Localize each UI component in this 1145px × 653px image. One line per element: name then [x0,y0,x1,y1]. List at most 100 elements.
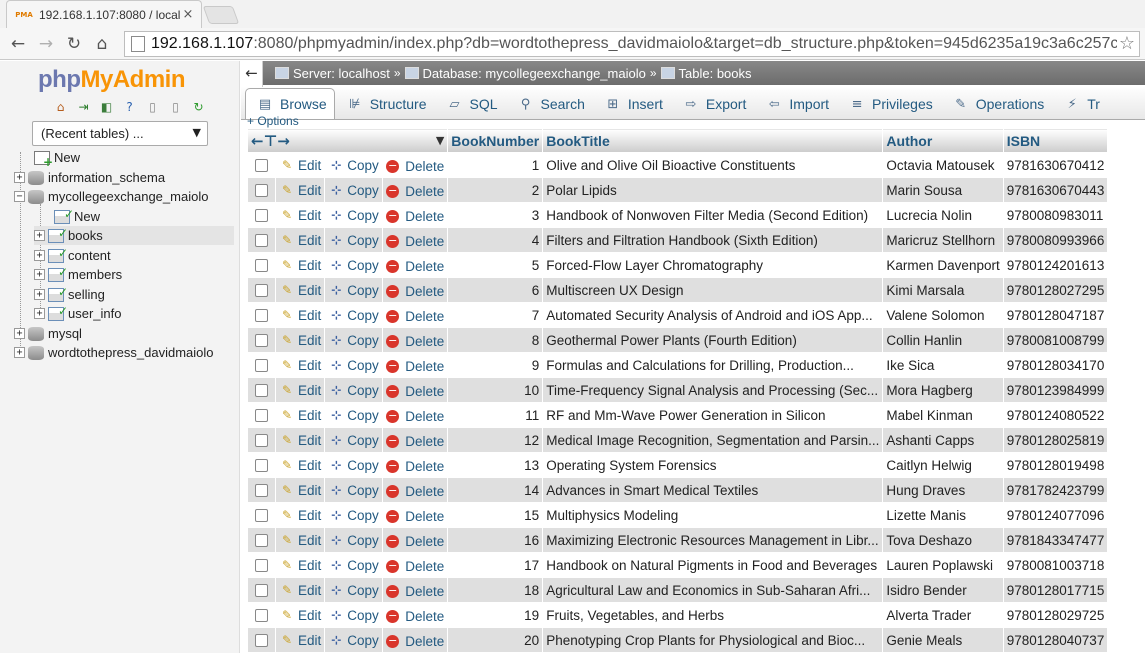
cell-isbn[interactable]: 9780081003718 [1002,552,1109,578]
options-link[interactable]: + Options [247,114,299,128]
delete-button[interactable]: − Delete [386,409,444,424]
cell-isbn[interactable]: 9780128029725 [1002,602,1109,628]
back-arrow-icon[interactable]: ← [4,30,32,58]
breadcrumb-database[interactable]: Database: mycollegeexchange_maiolo [404,66,646,81]
tree-item-user-info[interactable]: + user_info [34,304,121,323]
edit-button[interactable]: ✎ Edit [279,558,321,573]
cell-booktitle[interactable]: Handbook on Natural Pigments in Food and… [542,552,884,578]
delete-button[interactable]: − Delete [386,609,444,624]
expand-plus-icon[interactable]: + [34,308,45,319]
cell-booktitle[interactable]: Agricultural Law and Economics in Sub-Sa… [542,577,884,603]
expand-plus-icon[interactable]: + [14,347,25,358]
tree-item-information-schema[interactable]: + information_schema [14,168,165,187]
edit-button[interactable]: ✎ Edit [279,583,321,598]
tab-structure[interactable]: ⊯ Structure [335,88,435,119]
cell-booknumber[interactable]: 16 [447,527,544,553]
cell-booknumber[interactable]: 5 [447,252,544,278]
tree-item-content[interactable]: + content [34,246,111,265]
recent-tables-select[interactable]: (Recent tables) ... ▼ [32,121,208,146]
cell-author[interactable]: Genie Meals [882,627,1004,653]
cell-booknumber[interactable]: 12 [447,427,544,453]
cell-booktitle[interactable]: Multiscreen UX Design [542,277,884,303]
column-header-booknumber[interactable]: BookNumber [447,128,544,153]
column-header-booktitle[interactable]: BookTitle [542,128,884,153]
home-icon[interactable]: ⌂ [88,30,116,58]
cell-isbn[interactable]: 9780128040737 [1002,627,1109,653]
cell-author[interactable]: Tova Deshazo [882,527,1004,553]
tab-triggers[interactable]: ⚡ Tr [1052,88,1108,119]
row-checkbox[interactable] [255,459,268,473]
bookmark-star-icon[interactable]: ☆ [1116,33,1135,54]
new-tab-button[interactable] [202,6,240,24]
breadcrumb-table[interactable]: Table: books [660,66,752,81]
row-checkbox[interactable] [255,584,268,598]
row-checkbox[interactable] [255,384,268,398]
delete-button[interactable]: − Delete [386,209,444,224]
delete-button[interactable]: − Delete [386,284,444,299]
tab-privileges[interactable]: ≡ Privileges [837,88,941,119]
copy-button[interactable]: ⊹ Copy [328,508,379,523]
cell-booktitle[interactable]: Phenotyping Crop Plants for Physiologica… [542,627,884,653]
tab-import[interactable]: ⇦ Import [754,88,837,119]
row-checkbox[interactable] [255,284,268,298]
edit-button[interactable]: ✎ Edit [279,158,321,173]
cell-booktitle[interactable]: Formulas and Calculations for Drilling, … [542,352,884,378]
cell-booktitle[interactable]: Maximizing Electronic Resources Manageme… [542,527,884,553]
cell-booktitle[interactable]: Fruits, Vegetables, and Herbs [542,602,884,628]
copy-button[interactable]: ⊹ Copy [328,408,379,423]
copy-button[interactable]: ⊹ Copy [328,183,379,198]
cell-isbn[interactable]: 9781782423799 [1002,477,1109,503]
collapse-minus-icon[interactable]: − [14,191,25,202]
tab-close-icon[interactable]: × [181,7,195,22]
delete-button[interactable]: − Delete [386,584,444,599]
cell-isbn[interactable]: 9780128027295 [1002,277,1109,303]
cell-booknumber[interactable]: 20 [447,627,544,653]
cell-isbn[interactable]: 9780080993966 [1002,227,1109,253]
row-checkbox[interactable] [255,209,268,223]
cell-author[interactable]: Mabel Kinman [882,402,1004,428]
delete-button[interactable]: − Delete [386,334,444,349]
cell-author[interactable]: Ashanti Capps [882,427,1004,453]
cell-isbn[interactable]: 9780124201613 [1002,252,1109,278]
cell-booknumber[interactable]: 18 [447,577,544,603]
cell-booknumber[interactable]: 13 [447,452,544,478]
settings-icon[interactable]: ▯ [167,99,184,116]
help-icon[interactable]: ? [121,99,138,116]
cell-booktitle[interactable]: Olive and Olive Oil Bioactive Constituen… [542,152,884,178]
row-checkbox[interactable] [255,334,268,348]
cell-booktitle[interactable]: Forced-Flow Layer Chromatography [542,252,884,278]
edit-button[interactable]: ✎ Edit [279,358,321,373]
edit-button[interactable]: ✎ Edit [279,208,321,223]
browser-tab[interactable]: PMA 192.168.1.107:8080 / local × [6,0,202,28]
cell-booktitle[interactable]: Polar Lipids [542,177,884,203]
expand-plus-icon[interactable]: + [34,230,45,241]
phpmyadmin-logo[interactable]: phpMyAdmin [38,66,185,94]
delete-button[interactable]: − Delete [386,484,444,499]
reload-navigation-icon[interactable]: ↻ [190,99,207,116]
cell-isbn[interactable]: 9780080983011 [1002,202,1109,228]
cell-isbn[interactable]: 9780081008799 [1002,327,1109,353]
tab-export[interactable]: ⇨ Export [671,88,754,119]
row-checkbox[interactable] [255,259,268,273]
copy-button[interactable]: ⊹ Copy [328,358,379,373]
copy-button[interactable]: ⊹ Copy [328,533,379,548]
cell-author[interactable]: Mora Hagberg [882,377,1004,403]
documentation-icon[interactable]: ▯ [144,99,161,116]
cell-isbn[interactable]: 9780128019498 [1002,452,1109,478]
address-bar[interactable]: 192.168.1.107:8080/phpmyadmin/index.php?… [124,31,1140,57]
tab-operations[interactable]: ✎ Operations [941,88,1052,119]
copy-button[interactable]: ⊹ Copy [328,483,379,498]
cell-booknumber[interactable]: 14 [447,477,544,503]
row-checkbox[interactable] [255,159,268,173]
edit-button[interactable]: ✎ Edit [279,258,321,273]
forward-arrow-icon[interactable]: → [32,30,60,58]
chevron-down-icon[interactable]: ▼ [436,134,444,147]
row-checkbox[interactable] [255,509,268,523]
tab-sql[interactable]: ▱ SQL [435,88,506,119]
copy-button[interactable]: ⊹ Copy [328,458,379,473]
cell-booktitle[interactable]: Automated Security Analysis of Android a… [542,302,884,328]
cell-author[interactable]: Alverta Trader [882,602,1004,628]
tree-item-books[interactable]: + books [34,226,234,245]
cell-booknumber[interactable]: 1 [447,152,544,178]
copy-button[interactable]: ⊹ Copy [328,383,379,398]
